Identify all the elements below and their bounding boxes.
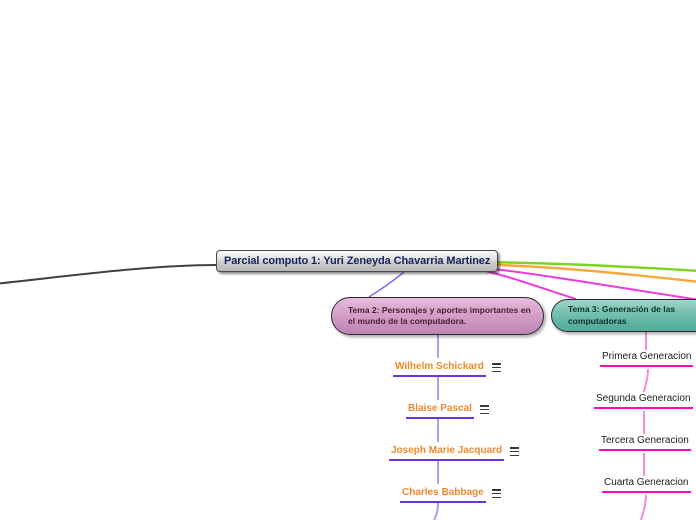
list-icon[interactable] — [479, 405, 489, 414]
leaf-underline — [406, 417, 474, 419]
leaf-label: Primera Generacion — [602, 351, 692, 362]
connector-tema3-tail — [640, 494, 647, 520]
list-icon[interactable] — [491, 489, 501, 498]
leaf-text-wrap: Wilhelm Schickard — [393, 360, 486, 377]
mindmap-canvas[interactable]: Parcial computo 1: Yuri Zeneyda Chavarri… — [0, 0, 696, 520]
leaf-label: Tercera Generacion — [601, 435, 689, 446]
leaf-label: Segunda Generacion — [596, 393, 691, 404]
leaf-underline — [602, 491, 691, 493]
leaf-text-wrap: Tercera Generacion — [599, 434, 691, 451]
list-icon[interactable] — [491, 363, 501, 372]
edge-root-to-tema2 — [368, 271, 405, 298]
leaf-node-primera-generacion[interactable]: Primera Generacion — [600, 350, 696, 367]
topic-node-tema3-label: Tema 3: Generación de las computadoras — [568, 304, 676, 326]
leaf-label: Cuarta Generacion — [604, 477, 689, 488]
leaf-underline — [393, 375, 486, 377]
leaf-underline — [400, 501, 486, 503]
edge-root-left — [0, 264, 217, 285]
list-icon[interactable] — [510, 447, 520, 456]
leaf-label: Joseph Marie Jacquard — [391, 445, 503, 456]
leaf-node-tercera-generacion[interactable]: Tercera Generacion — [599, 434, 696, 451]
leaf-underline — [599, 449, 691, 451]
root-node[interactable]: Parcial computo 1: Yuri Zeneyda Chavarri… — [216, 250, 499, 272]
leaf-text-wrap: Blaise Pascal — [406, 402, 474, 419]
leaf-node-blaise-pascal[interactable]: Blaise Pascal — [406, 402, 489, 419]
leaf-label: Wilhelm Schickard — [395, 361, 484, 372]
topic-node-tema3[interactable]: Tema 3: Generación de las computadoras — [551, 299, 696, 332]
connector-tema2-tail — [433, 502, 439, 520]
leaf-text-wrap: Cuarta Generacion — [602, 476, 691, 493]
leaf-text-wrap: Primera Generacion — [600, 350, 694, 367]
leaf-node-joseph-marie-jacquard[interactable]: Joseph Marie Jacquard — [389, 444, 520, 461]
connector-tema3-1 — [643, 368, 649, 393]
leaf-node-cuarta-generacion[interactable]: Cuarta Generacion — [602, 476, 696, 493]
root-node-label: Parcial computo 1: Yuri Zeneyda Chavarri… — [224, 255, 491, 267]
leaf-text-wrap: Segunda Generacion — [594, 392, 693, 409]
leaf-label: Charles Babbage — [402, 487, 484, 498]
leaf-underline — [594, 407, 693, 409]
leaf-underline — [600, 365, 694, 367]
leaf-text-wrap: Charles Babbage — [400, 486, 486, 503]
leaf-label: Blaise Pascal — [408, 403, 472, 414]
leaf-underline — [389, 459, 505, 461]
leaf-node-wilhelm-schickard[interactable]: Wilhelm Schickard — [393, 360, 501, 377]
topic-node-tema2-label: Tema 2: Personajes y aportes importantes… — [348, 304, 531, 326]
topic-node-tema2[interactable]: Tema 2: Personajes y aportes importantes… — [331, 297, 544, 335]
leaf-text-wrap: Joseph Marie Jacquard — [389, 444, 505, 461]
leaf-node-charles-babbage[interactable]: Charles Babbage — [400, 486, 501, 503]
leaf-node-segunda-generacion[interactable]: Segunda Generacion — [594, 392, 696, 409]
